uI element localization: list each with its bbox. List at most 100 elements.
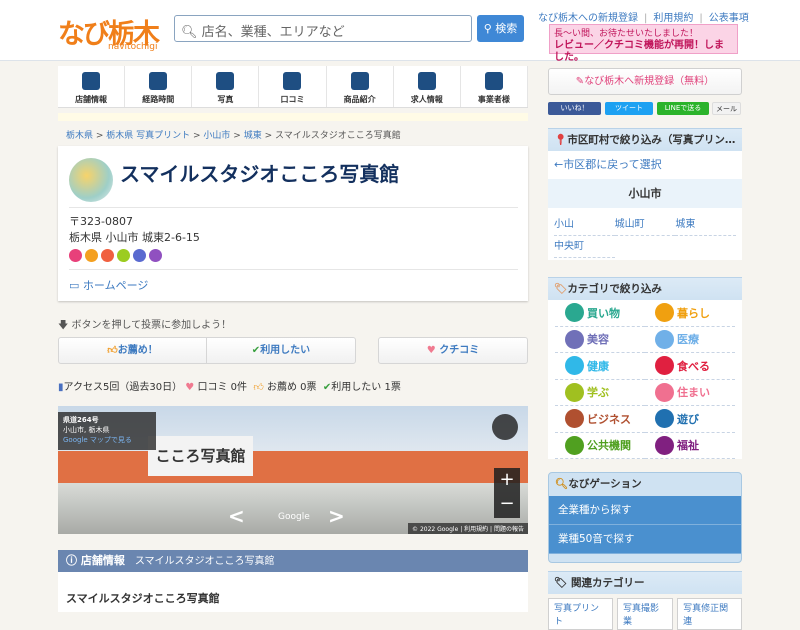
arrow-left-icon[interactable]: <: [228, 504, 245, 528]
camera-icon[interactable]: [133, 249, 146, 262]
category-icon: [565, 435, 584, 455]
disclosure-link[interactable]: 公表事項: [709, 13, 749, 24]
map-pin-icon[interactable]: [69, 249, 82, 262]
site-logo[interactable]: なび栃木 navitochigi: [58, 12, 160, 52]
breadcrumb: 栃木県 > 栃木県 写真プリント > 小山市 > 城東 > スマイルスタジオここ…: [66, 131, 401, 141]
category-icon: [565, 303, 584, 323]
category-link[interactable]: 健康: [555, 353, 645, 380]
open-in-maps-link[interactable]: Google マップで見る: [63, 436, 132, 444]
thumbs-up-icon: 👍︎: [253, 382, 264, 393]
car-clock-icon: [149, 72, 168, 90]
shop-nav: 店舗情報 経路時間 写真 口コミ 商品紹介 求人情報 事業者様: [58, 66, 528, 108]
heart-icon: ♥: [426, 345, 436, 356]
street-view[interactable]: こころ写真館 県道264号 小山市, 栃木県 Google マップで見る + − < …: [58, 406, 528, 534]
compass-icon[interactable]: [492, 414, 518, 440]
town-link[interactable]: 城東: [675, 214, 736, 236]
category-filter: 🏷︎カテゴリで絞り込み 買い物 暮らし 美容 医療 健康 食べる 学ぶ 住まい ビジネス 遊び 公共…: [548, 277, 742, 459]
tab-shop-info[interactable]: 店舗情報: [58, 66, 126, 107]
category-link[interactable]: 福祉: [645, 433, 735, 459]
town-link[interactable]: 中央町: [554, 236, 615, 258]
job-icon: [417, 72, 436, 90]
category-link[interactable]: 医療: [645, 327, 735, 353]
category-icon: [565, 409, 584, 429]
terms-link[interactable]: 利用規約: [653, 13, 693, 24]
industries-kana-link[interactable]: 業種50音で探す: [549, 525, 741, 554]
notice-bar: [58, 113, 528, 121]
tab-business[interactable]: 事業者様: [461, 66, 528, 107]
tag-icon: 🏷︎: [554, 577, 568, 589]
category-link[interactable]: 遊び: [645, 406, 735, 433]
navigation-box: 🔍︎なびゲーション 全業種から探す 業種50音で探す: [548, 472, 742, 563]
town-link[interactable]: 小山: [554, 214, 615, 236]
arrow-right-icon[interactable]: >: [328, 504, 345, 528]
category-link[interactable]: 食べる: [645, 353, 735, 380]
category-icon: [655, 303, 674, 323]
search-button[interactable]: ⚲ 検索: [477, 15, 524, 42]
page-title: スマイルスタジオこころ写真館: [120, 162, 400, 186]
heart-icon: ♥: [185, 382, 195, 393]
category-icon: [655, 356, 674, 376]
category-link[interactable]: 住まい: [645, 380, 735, 406]
crumb-town[interactable]: 城東: [244, 131, 262, 141]
zoom-controls: + −: [494, 468, 520, 518]
shop-info-body: スマイルスタジオこころ写真館: [58, 572, 528, 612]
store-sign: こころ写真館: [148, 436, 253, 476]
category-link[interactable]: 公共機関: [555, 433, 645, 459]
tab-route[interactable]: 経路時間: [125, 66, 193, 107]
review-button[interactable]: ♥ クチコミ: [378, 337, 528, 364]
area-filter-title: 📍︎市区町村で絞り込み（写真プリン…: [548, 128, 742, 151]
review-banner[interactable]: 長〜い間、お待たせいたしました！ レビュー／クチコミ機能が再開！しました。: [549, 24, 738, 63]
category-icon: [565, 356, 584, 376]
town-link[interactable]: 城山町: [614, 214, 676, 236]
zoom-out-button[interactable]: −: [494, 492, 520, 516]
related-tag[interactable]: 写真修正関連: [677, 598, 742, 630]
category-icon: [565, 329, 584, 349]
register-link[interactable]: なび栃木への新規登録: [538, 13, 638, 24]
recommend-button[interactable]: 👍︎お薦め！: [58, 337, 207, 364]
zoom-in-button[interactable]: +: [494, 468, 520, 492]
search-input[interactable]: 🔍︎ 店名、業種、エリアなど: [174, 15, 472, 42]
related-categories: 🏷︎ 関連カテゴリー 写真プリント 写真撮影業 写真修正関連: [548, 571, 742, 630]
homepage-link[interactable]: ▭ ホームページ: [69, 277, 148, 293]
category-icon: [655, 409, 674, 429]
shop-card: スマイルスタジオこころ写真館 〒323-0807 栃木県 小山市 城東2-6-15…: [58, 146, 528, 301]
category-link[interactable]: ビジネス: [555, 406, 645, 433]
crumb-category[interactable]: 栃木県 写真プリント: [106, 131, 190, 141]
line-share-button[interactable]: LINEで送る: [657, 102, 709, 115]
site-header: なび栃木 navitochigi 🔍︎ 店名、業種、エリアなど ⚲ 検索 なび栃木…: [0, 0, 800, 63]
register-button[interactable]: ✎なび栃木へ新規登録（無料）: [548, 68, 742, 95]
laptop-icon[interactable]: [117, 249, 130, 262]
category-link[interactable]: 暮らし: [645, 300, 735, 327]
thumbs-up-icon: 👍︎: [107, 345, 118, 356]
tab-reviews[interactable]: 口コミ: [259, 66, 327, 107]
category-link[interactable]: 美容: [555, 327, 645, 353]
related-tag[interactable]: 写真プリント: [548, 598, 613, 630]
megaphone-icon[interactable]: [101, 249, 114, 262]
info-icon: [82, 72, 101, 90]
area-filter: 📍︎市区町村で絞り込み（写真プリン… ←市区郡に戻って選択 小山市 小山 城山町…: [548, 128, 742, 260]
all-industries-link[interactable]: 全業種から探す: [549, 496, 741, 525]
crumb-pref[interactable]: 栃木県: [66, 131, 93, 141]
vote-hint: 🡇 ボタンを押して投票に参加しよう！: [58, 320, 232, 331]
mail-share-button[interactable]: メール: [712, 102, 741, 115]
tweet-button[interactable]: ツイート: [605, 102, 653, 115]
crumb-city[interactable]: 小山市: [203, 131, 230, 141]
facebook-like-button[interactable]: いいね！: [548, 102, 601, 115]
tab-photo[interactable]: 写真: [192, 66, 260, 107]
divider: [69, 269, 518, 270]
image-icon[interactable]: [85, 249, 98, 262]
street-view-info: 県道264号 小山市, 栃木県 Google マップで見る: [58, 412, 156, 450]
category-link[interactable]: 学ぶ: [555, 380, 645, 406]
related-tag[interactable]: 写真撮影業: [616, 598, 674, 630]
shop-avatar: [69, 158, 113, 202]
shop-stats: ▮アクセス5回（過去30日） ♥ 口コミ 0件 👍︎ お薦め 0票 ✔利用したい…: [58, 382, 401, 393]
mail-icon[interactable]: [149, 249, 162, 262]
top-links: なび栃木への新規登録 | 利用規約 | 公表事項: [538, 13, 749, 24]
back-to-district-link[interactable]: ←市区郡に戻って選択: [548, 151, 742, 179]
tab-products[interactable]: 商品紹介: [327, 66, 394, 107]
tab-jobs[interactable]: 求人情報: [394, 66, 461, 107]
check-icon: ✔: [251, 345, 261, 356]
current-city: 小山市: [548, 179, 742, 208]
want-to-use-button[interactable]: ✔利用したい: [206, 337, 356, 364]
category-link[interactable]: 買い物: [555, 300, 645, 327]
